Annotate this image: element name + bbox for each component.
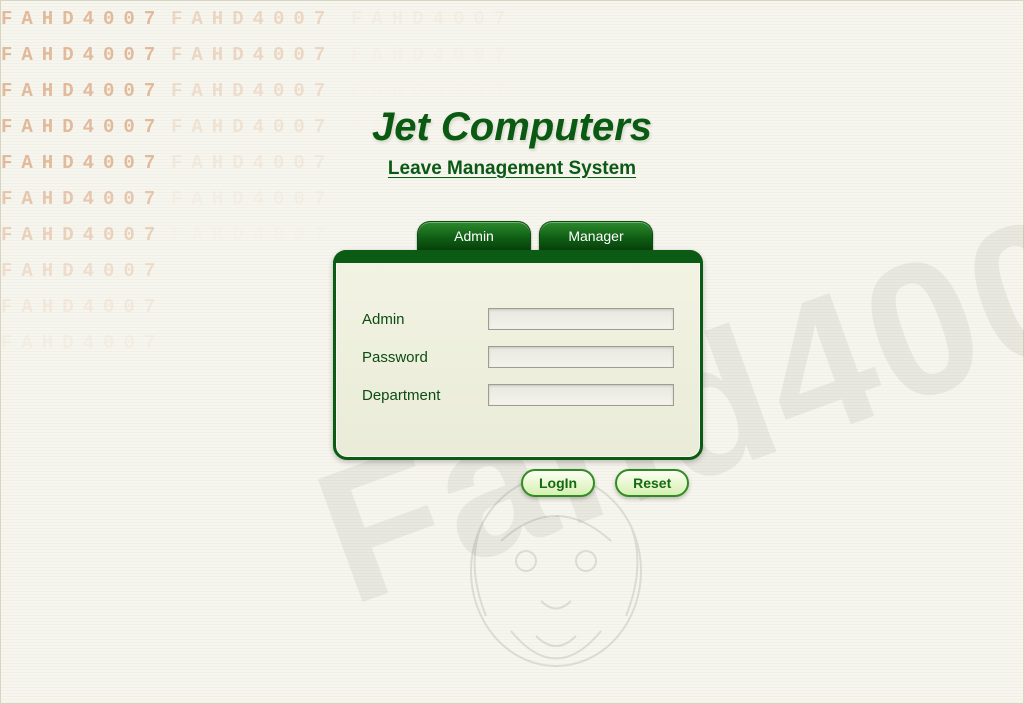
face-doodle-icon: [441, 471, 671, 691]
password-label: Password: [362, 349, 488, 366]
row-user: Admin: [362, 308, 674, 330]
reset-button[interactable]: Reset: [615, 469, 689, 497]
user-label: Admin: [362, 311, 488, 328]
department-input[interactable]: [488, 384, 674, 406]
button-bar: LogIn Reset: [521, 469, 689, 497]
row-password: Password: [362, 346, 674, 368]
login-tabs: Admin Manager: [417, 221, 703, 252]
row-department: Department: [362, 384, 674, 406]
login-button[interactable]: LogIn: [521, 469, 595, 497]
password-input[interactable]: [488, 346, 674, 368]
watermark-column-1: FAHD4007 FAHD4007 FAHD4007 FAHD4007 FAHD…: [1, 1, 164, 361]
tab-manager[interactable]: Manager: [539, 221, 653, 252]
user-input[interactable]: [488, 308, 674, 330]
tab-admin[interactable]: Admin: [417, 221, 531, 252]
department-label: Department: [362, 387, 488, 404]
page-subtitle: Leave Management System: [1, 158, 1023, 180]
login-panel: Admin Password Department: [333, 250, 703, 460]
page-title: Jet Computers: [1, 105, 1023, 150]
page-header: Jet Computers Leave Management System: [1, 105, 1023, 180]
